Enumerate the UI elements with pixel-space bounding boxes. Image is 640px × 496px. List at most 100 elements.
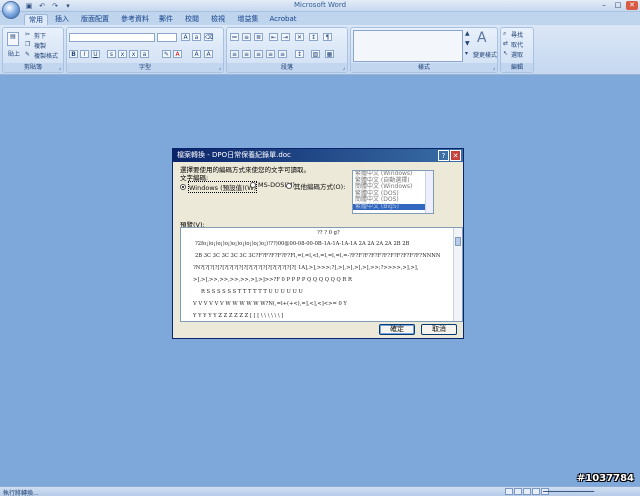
scrollbar-thumb[interactable] (455, 237, 461, 246)
ok-button[interactable]: 確定 (379, 324, 415, 335)
tab-insert[interactable]: 插入 (52, 14, 72, 25)
change-styles-button[interactable]: 變更樣式 (473, 50, 497, 59)
dialog-close-icon[interactable]: ✕ (450, 150, 461, 161)
replace-button[interactable]: 取代 (511, 40, 523, 49)
font-size-box[interactable] (157, 33, 177, 42)
preview-line: Y Y Y Y Y Z Z Z Z Z Z [ [ [ \ \ \ \ \ \ … (193, 313, 284, 319)
select-icon[interactable]: ↖ (503, 50, 508, 57)
styles-gallery[interactable] (353, 30, 463, 62)
preview-box[interactable]: ?? ? 0 g? ?2fo¡)o¡)o¡)o¡)o¡)o¡)o¡)o¡)o¡)… (180, 227, 463, 322)
radio-other-button[interactable] (286, 183, 292, 189)
multilevel-icon[interactable]: ≣ (254, 33, 263, 41)
subscript-icon[interactable]: x (118, 50, 127, 58)
copy-button[interactable]: 複製 (34, 41, 46, 50)
status-text: 執行將轉換... (3, 490, 39, 496)
print-layout-icon[interactable] (505, 488, 513, 495)
watermark: #1037784 (576, 473, 634, 484)
replace-icon[interactable]: ⇄ (503, 40, 508, 47)
change-styles-icon[interactable]: A (477, 30, 487, 46)
font-name-box[interactable] (69, 33, 155, 42)
dialog-launcher-icon[interactable]: ⌟ (219, 65, 221, 71)
find-icon[interactable]: ⌕ (503, 30, 506, 38)
tab-acrobat[interactable]: Acrobat (268, 14, 298, 25)
tab-add-ins[interactable]: 增益集 (234, 14, 262, 25)
radio-other[interactable]: 其他編碼方式(O): (286, 181, 345, 191)
borders-icon[interactable]: ▦ (325, 50, 334, 58)
radio-msdos-button[interactable] (250, 182, 256, 188)
tab-page-layout[interactable]: 版面配置 (78, 14, 112, 25)
tab-view[interactable]: 檢視 (208, 14, 228, 25)
cancel-button[interactable]: 取消 (421, 324, 457, 335)
zoom-slider[interactable]: ━━━━━━━━━━━━━━━━━ (543, 489, 594, 495)
line-spacing-icon[interactable]: ↕ (295, 50, 304, 58)
align-right-icon[interactable]: ≡ (254, 50, 263, 58)
bullets-icon[interactable]: ≔ (230, 33, 239, 41)
encoding-option-selected[interactable]: 繁體中文 (Big5) (353, 203, 433, 210)
radio-windows-button[interactable] (180, 184, 186, 190)
cut-icon[interactable]: ✂ (25, 31, 30, 38)
shading-icon[interactable]: ▨ (311, 50, 320, 58)
decrease-indent-icon[interactable]: ⇤ (269, 33, 278, 41)
justify-icon[interactable]: ≡ (266, 50, 275, 58)
window-title: Microsoft Word (293, 1, 347, 9)
bold-icon[interactable]: B (69, 50, 78, 58)
tab-home[interactable]: 常用 (24, 14, 48, 25)
change-case-icon[interactable]: a (140, 50, 149, 58)
find-button[interactable]: 尋找 (511, 30, 523, 39)
chinese-layout-icon[interactable]: ✕ (295, 33, 304, 41)
dialog-launcher-icon[interactable]: ⌟ (343, 65, 345, 71)
highlight-icon[interactable]: ✎ (162, 50, 171, 58)
tab-mailings[interactable]: 郵件 (156, 14, 176, 25)
paste-icon[interactable]: ▤ (7, 32, 19, 46)
format-painter-button[interactable]: 複製格式 (34, 51, 58, 60)
dialog-launcher-icon[interactable]: ⌟ (493, 65, 495, 71)
minimize-icon[interactable]: – (598, 1, 610, 10)
help-icon[interactable]: ? (438, 150, 449, 161)
align-left-icon[interactable]: ≡ (230, 50, 239, 58)
office-button[interactable] (2, 1, 20, 19)
char-border-icon[interactable]: A (204, 50, 213, 58)
underline-icon[interactable]: U (91, 50, 100, 58)
numbering-icon[interactable]: ≡ (242, 33, 251, 41)
dialog-title-bar: 檔案轉換 - DPO日常保養紀錄單.doc ? ✕ (173, 149, 463, 162)
web-layout-icon[interactable] (523, 488, 531, 495)
superscript-icon[interactable]: x (129, 50, 138, 58)
outline-icon[interactable] (532, 488, 540, 495)
encoding-list[interactable]: 繁體中文 (Windows) 繁體中文 (自動選擇) 簡體中文 (Windows… (352, 170, 434, 214)
group-font: A a ⌫ B I U s x x a ✎ A A A 字型 ⌟ (66, 27, 224, 73)
group-editing: ⌕ 尋找 ⇄ 取代 ↖ 選取 編輯 (500, 27, 534, 73)
close-icon[interactable]: ✕ (626, 1, 638, 10)
gallery-more-icon[interactable]: ▾ (465, 50, 468, 57)
tab-references[interactable]: 參考資料 (118, 14, 152, 25)
tab-review[interactable]: 校閱 (182, 14, 202, 25)
encoding-list-scrollbar[interactable] (425, 171, 433, 213)
maximize-icon[interactable]: □ (612, 1, 624, 10)
group-label-clipboard: 剪貼簿 (3, 63, 63, 72)
grow-font-icon[interactable]: A (181, 33, 190, 41)
select-button[interactable]: 選取 (511, 50, 523, 59)
cut-button[interactable]: 剪下 (34, 31, 46, 40)
dialog-title: 檔案轉換 - DPO日常保養紀錄單.doc (177, 151, 291, 159)
italic-icon[interactable]: I (80, 50, 89, 58)
format-painter-icon[interactable]: ✎ (25, 51, 30, 58)
clear-format-icon[interactable]: ⌫ (204, 33, 213, 41)
font-color-icon[interactable]: A (173, 50, 182, 58)
radio-windows[interactable]: Windows (預設值)(W) (180, 181, 258, 193)
sort-icon[interactable]: ↕ (309, 33, 318, 41)
align-center-icon[interactable]: ≡ (242, 50, 251, 58)
increase-indent-icon[interactable]: ⇥ (281, 33, 290, 41)
preview-scrollbar[interactable] (453, 228, 462, 321)
strikethrough-icon[interactable]: s (107, 50, 116, 58)
paste-label[interactable]: 貼上 (8, 49, 20, 58)
full-screen-icon[interactable] (514, 488, 522, 495)
shrink-font-icon[interactable]: a (192, 33, 201, 41)
show-marks-icon[interactable]: ¶ (323, 33, 332, 41)
dialog-launcher-icon[interactable]: ⌟ (59, 65, 61, 71)
group-styles: ▲ ▼ ▾ A 變更樣式 樣式 ⌟ (350, 27, 498, 73)
preview-line: 2B 3C 3C 3C 3C 3C 3C?F?F?F?F?F?Fl,=l,=l,… (195, 253, 441, 259)
copy-icon[interactable]: ❐ (25, 41, 30, 48)
char-shading-icon[interactable]: A (192, 50, 201, 58)
gallery-up-icon[interactable]: ▲ (465, 30, 470, 37)
distributed-icon[interactable]: ≡ (278, 50, 287, 58)
gallery-down-icon[interactable]: ▼ (465, 40, 470, 47)
